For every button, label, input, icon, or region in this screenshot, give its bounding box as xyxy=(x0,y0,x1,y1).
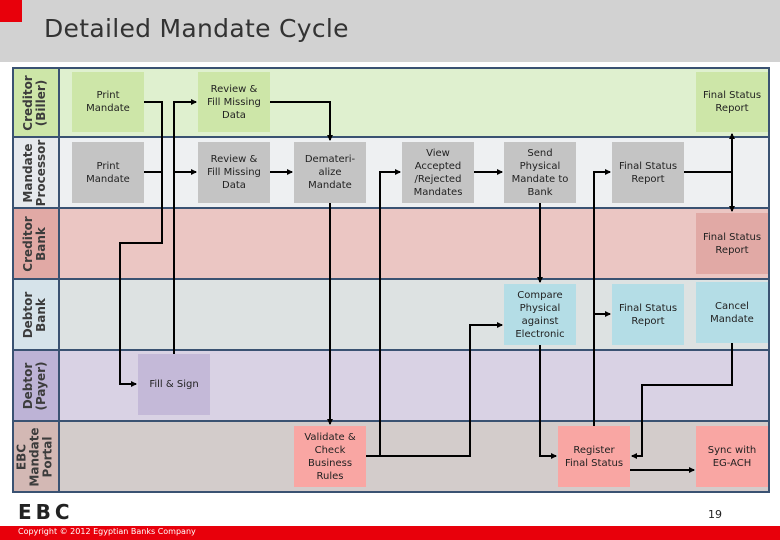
title-bar: Detailed Mandate Cycle xyxy=(0,0,780,62)
copyright-text: Copyright © 2012 Egyptian Banks Company xyxy=(18,527,196,536)
box-portal-sync: Sync with EG-ACH xyxy=(696,426,768,487)
lane-label-text: Debtor Bank xyxy=(21,291,48,338)
box-debtor-bank-compare: Compare Physical against Electronic xyxy=(504,284,576,345)
lane-label-creditor-biller: Creditor (Biller) xyxy=(12,69,60,136)
brand-accent xyxy=(0,0,22,22)
lane-debtor-payer: Debtor (Payer) xyxy=(12,351,770,422)
lane-label-text: Creditor (Biller) xyxy=(21,74,48,131)
box-processor-send-physical: Send Physical Mandate to Bank xyxy=(504,142,576,203)
lane-label-text: Mandate Processor xyxy=(21,139,48,206)
lane-label-text: Debtor (Payer) xyxy=(21,360,48,411)
diagram-left-border xyxy=(12,67,14,493)
footer-bar: Copyright © 2012 Egyptian Banks Company xyxy=(0,526,780,540)
page-number: 19 xyxy=(708,508,722,521)
lane-label-text: Creditor Bank xyxy=(21,215,48,272)
box-processor-print-mandate: Print Mandate xyxy=(72,142,144,203)
box-creditor-review-fill: Review & Fill Missing Data xyxy=(198,72,270,132)
box-creditor-bank-final-status: Final Status Report xyxy=(696,213,768,274)
lane-label-debtor-payer: Debtor (Payer) xyxy=(12,351,60,420)
box-payer-fill-sign: Fill & Sign xyxy=(138,354,210,415)
lane-label-ebc-mandate-portal: EBC Mandate Portal xyxy=(12,422,60,491)
box-creditor-print-mandate: Print Mandate xyxy=(72,72,144,132)
box-portal-validate: Validate & Check Business Rules xyxy=(294,426,366,487)
diagram-right-border xyxy=(768,67,770,493)
lane-creditor-bank: Creditor Bank xyxy=(12,209,770,280)
lane-label-mandate-processor: Mandate Processor xyxy=(12,138,60,207)
box-processor-dematerialize: Demateri- alize Mandate xyxy=(294,142,366,203)
lane-label-text: EBC Mandate Portal xyxy=(14,426,55,487)
lane-ebc-mandate-portal: EBC Mandate Portal xyxy=(12,422,770,493)
box-debtor-bank-final-status: Final Status Report xyxy=(612,284,684,345)
box-creditor-final-status: Final Status Report xyxy=(696,72,768,132)
ebc-logo: EBC xyxy=(18,500,74,524)
box-processor-review-fill: Review & Fill Missing Data xyxy=(198,142,270,203)
lane-label-debtor-bank: Debtor Bank xyxy=(12,280,60,349)
page-title: Detailed Mandate Cycle xyxy=(44,14,349,43)
lane-label-creditor-bank: Creditor Bank xyxy=(12,209,60,278)
box-processor-view-accepted: View Accepted /Rejected Mandates xyxy=(402,142,474,203)
box-debtor-bank-cancel: Cancel Mandate xyxy=(696,282,768,343)
box-portal-register: Register Final Status xyxy=(558,426,630,487)
box-processor-final-status: Final Status Report xyxy=(612,142,684,203)
